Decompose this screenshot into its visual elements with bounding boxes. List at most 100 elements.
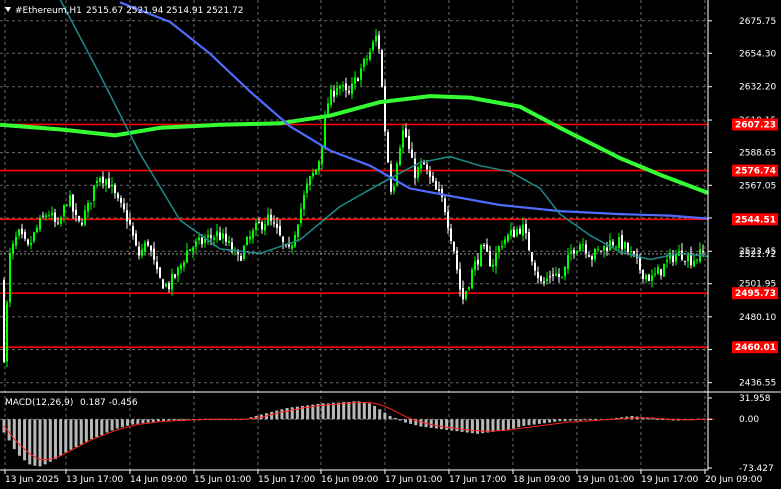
price-tick-label: 2567.05 [739, 181, 776, 191]
candle-body [51, 212, 53, 216]
candle-body [261, 222, 263, 230]
chart-canvas[interactable]: 2675.752654.302632.202610.152588.652567.… [0, 0, 781, 489]
candle-body [171, 273, 173, 290]
candle-body [525, 223, 527, 233]
candle-body [174, 274, 176, 278]
candle-body [255, 223, 257, 231]
candle-body [12, 243, 14, 255]
macd-bar [53, 419, 57, 460]
macd-bar [388, 415, 392, 420]
candle-body [78, 215, 80, 221]
macd-bar [146, 419, 150, 423]
level-tag-label: 2607.23 [735, 120, 776, 130]
macd-bar [506, 419, 510, 430]
macd-bar [95, 419, 99, 438]
candle-body [144, 242, 146, 252]
candle-body [612, 241, 614, 246]
macd-bar [136, 419, 140, 424]
candle-body [90, 202, 92, 204]
candle-body [297, 224, 299, 237]
candle-body [108, 178, 110, 189]
candle-body [282, 236, 284, 243]
macd-bar [373, 405, 377, 420]
candle-body [648, 274, 650, 282]
candle-body [402, 130, 404, 148]
macd-bar [7, 419, 11, 441]
macd-bar [28, 419, 32, 465]
macd-bar [573, 419, 577, 421]
candle-body [675, 255, 677, 262]
candle-body [420, 164, 422, 169]
macd-bar [476, 419, 480, 434]
candle-body [225, 233, 227, 242]
candle-body [384, 86, 386, 132]
candle-body [240, 255, 242, 261]
price-tick-label: 2632.20 [739, 83, 776, 93]
macd-bar [496, 419, 500, 432]
candle-body [486, 244, 488, 252]
candle-body [603, 245, 605, 251]
candle-body [69, 195, 71, 207]
candle-body [192, 247, 194, 252]
candle-body [186, 250, 188, 263]
candle-body [21, 228, 23, 235]
candle-body [18, 229, 20, 236]
level-tag-label: 2495.73 [735, 289, 776, 299]
candle-body [621, 235, 623, 250]
macd-bar [532, 419, 536, 425]
candle-body [426, 164, 428, 170]
candle-body [681, 250, 683, 260]
candle-body [30, 243, 32, 246]
macd-bar [470, 419, 474, 434]
candle-body [336, 87, 338, 96]
candle-body [399, 148, 401, 165]
candle-body [540, 276, 542, 282]
candle-body [687, 254, 689, 262]
candle-body [696, 259, 698, 261]
macd-bar [357, 401, 361, 420]
candle-body [471, 269, 473, 289]
candle-body [369, 51, 371, 60]
macd-bar [455, 419, 459, 432]
macd-values: 0.187 -0.456 [80, 398, 138, 408]
candle-body [123, 203, 125, 210]
candle-body [453, 241, 455, 252]
candle-body [618, 237, 620, 249]
candle-body [312, 172, 314, 177]
candle-body [72, 194, 74, 212]
macd-bar [440, 419, 443, 430]
candle-body [168, 282, 170, 290]
candle-body [81, 223, 83, 225]
macd-bar [450, 419, 454, 431]
macd-bar [115, 419, 119, 429]
candle-body [159, 267, 161, 278]
time-tick-label: 13 Jun 17:00 [66, 475, 123, 485]
candle-body [96, 180, 98, 184]
candle-body [129, 219, 131, 225]
macd-bar [486, 419, 490, 433]
macd-bar [553, 419, 557, 422]
macd-bar [23, 419, 27, 461]
candle-body [93, 185, 95, 201]
last-price-label: 2521.72 [739, 250, 776, 260]
candle-body [441, 188, 443, 198]
candle-body [201, 237, 203, 244]
candle-body [150, 245, 152, 251]
candle-body [651, 275, 653, 281]
candle-body [660, 269, 662, 276]
candle-body [507, 234, 509, 242]
candle-body [585, 244, 587, 254]
candle-body [252, 230, 254, 239]
candle-body [141, 249, 143, 256]
candle-body [36, 227, 38, 233]
candle-body [318, 161, 320, 171]
candle-body [432, 175, 434, 182]
candle-body [360, 68, 362, 80]
candle-body [177, 267, 179, 276]
candle-body [57, 222, 59, 224]
candle-body [6, 302, 8, 362]
candle-body [363, 59, 365, 67]
macd-bar [542, 419, 546, 424]
candle-body [213, 237, 215, 240]
candle-body [249, 236, 251, 240]
